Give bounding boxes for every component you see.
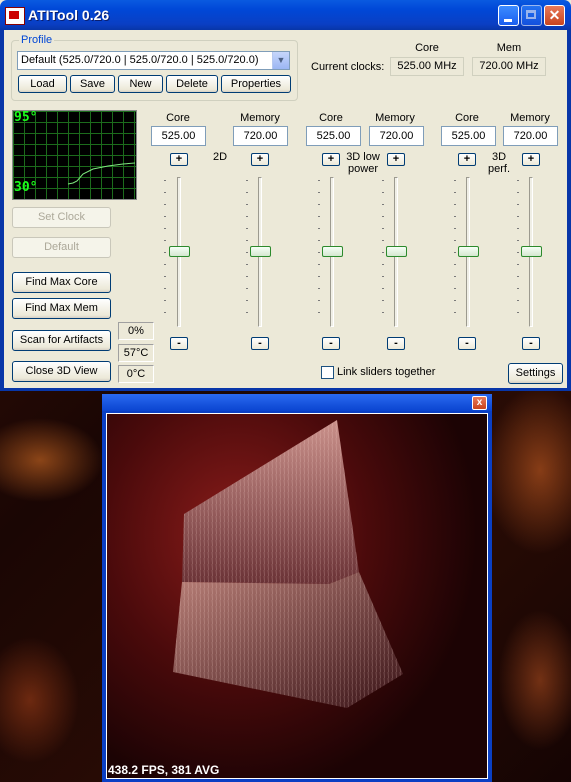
window-title: ATITool 0.26 [28,7,110,23]
profile-select[interactable]: Default (525.0/720.0 | 525.0/720.0 | 525… [17,51,290,70]
mode-label-3d-perf-line2: perf. [487,163,510,175]
memory-label-3d-low: Memory [375,112,415,124]
memory-plus-3d-perf[interactable]: + [522,153,540,166]
core-slider-thumb-3d-perf[interactable] [458,246,479,257]
core-label-2d: Core [166,112,190,124]
core-label-3d-low: Core [319,112,343,124]
app-icon [5,7,25,25]
minimize-button[interactable] [498,5,519,26]
artifacts-percent: 0% [118,322,154,340]
core-ticks-3d-perf [454,180,456,324]
memory-plus-2d[interactable]: + [251,153,269,166]
memory-minus-2d[interactable]: - [251,337,269,350]
profile-group-label: Profile [19,34,55,46]
memory-slider-thumb-3d-perf[interactable] [521,246,542,257]
memory-label-2d: Memory [240,112,280,124]
memory-input-3d-perf[interactable]: 720.00 [503,126,558,146]
scan-artifacts-button[interactable]: Scan for Artifacts [12,330,111,351]
profile-select-value: Default (525.0/720.0 | 525.0/720.0 | 525… [21,54,259,66]
core-input-2d[interactable]: 525.00 [151,126,206,146]
find-max-core-button[interactable]: Find Max Core [12,272,111,293]
core-plus-2d[interactable]: + [170,153,188,166]
mode-label-3d-perf: 3D perf. [484,151,514,175]
core-minus-3d-low[interactable]: - [322,337,340,350]
current-mem-value: 720.00 MHz [472,57,546,76]
chevron-down-icon[interactable]: ▼ [272,52,289,69]
3d-view-title-bar[interactable] [102,394,492,411]
properties-button[interactable]: Properties [221,75,291,93]
mode-label-3d-low-line1: 3D low [346,151,380,163]
fps-counter: 438.2 FPS, 381 AVG [108,763,220,777]
current-mem-header: Mem [496,42,522,54]
memory-minus-3d-low[interactable]: - [387,337,405,350]
core-input-3d-low[interactable]: 525.00 [306,126,361,146]
memory-ticks-3d-perf [517,180,519,324]
load-button[interactable]: Load [18,75,67,93]
core-plus-3d-low[interactable]: + [322,153,340,166]
find-max-mem-button[interactable]: Find Max Mem [12,298,111,319]
cube-front-fur [173,572,403,708]
temperature-delta: 0°C [118,365,154,383]
memory-slider-thumb-3d-low[interactable] [386,246,407,257]
save-button[interactable]: Save [70,75,115,93]
default-button: Default [12,237,111,258]
cube-top-fur [182,420,359,584]
close-button[interactable]: ✕ [544,5,565,26]
core-ticks-2d [164,180,166,324]
current-core-value: 525.00 MHz [390,57,464,76]
core-input-3d-perf[interactable]: 525.00 [441,126,496,146]
frame-bottom [0,388,571,391]
new-button[interactable]: New [118,75,163,93]
core-minus-3d-perf[interactable]: - [458,337,476,350]
close-icon: x [476,397,483,408]
delete-button[interactable]: Delete [166,75,218,93]
memory-input-2d[interactable]: 720.00 [233,126,288,146]
mode-label-3d-perf-line1: 3D [491,151,507,163]
memory-ticks-2d [246,180,248,324]
memory-label-3d-perf: Memory [510,112,550,124]
mode-label-2d: 2D [212,151,228,163]
3d-view-close-button[interactable]: x [472,396,487,410]
core-minus-2d[interactable]: - [170,337,188,350]
memory-minus-3d-perf[interactable]: - [522,337,540,350]
frame-left [0,30,4,391]
graph-max-label: 95° [14,110,38,125]
gpu-temperature: 57°C [118,344,154,362]
current-clocks-label: Current clocks: [311,61,385,73]
atitool-window: ATITool 0.26 ✕ Profile Default (525.0/72… [0,0,571,391]
core-plus-3d-perf[interactable]: + [458,153,476,166]
set-clock-button: Set Clock [12,207,111,228]
close-icon: ✕ [548,7,561,23]
link-sliders-label[interactable]: Link sliders together [337,366,435,378]
core-label-3d-perf: Core [455,112,479,124]
mode-label-3d-low: 3D low power [343,151,383,175]
memory-slider-thumb-2d[interactable] [250,246,271,257]
memory-plus-3d-low[interactable]: + [387,153,405,166]
title-bar[interactable]: ATITool 0.26 ✕ [0,0,571,30]
fur-cube-render [106,413,488,779]
current-core-header: Core [415,42,439,54]
mode-label-3d-low-line2: power [348,163,378,175]
core-slider-thumb-3d-low[interactable] [322,246,343,257]
frame-right [567,30,571,391]
memory-input-3d-low[interactable]: 720.00 [369,126,424,146]
maximize-button [521,5,542,26]
memory-ticks-3d-low [382,180,384,324]
close-3d-view-button[interactable]: Close 3D View [12,361,111,382]
core-ticks-3d-low [318,180,320,324]
core-slider-thumb-2d[interactable] [169,246,190,257]
fur-cube-graphic [173,420,403,708]
graph-min-label: 30° [14,180,38,195]
settings-button[interactable]: Settings [508,363,563,384]
link-sliders-checkbox[interactable] [321,366,334,379]
